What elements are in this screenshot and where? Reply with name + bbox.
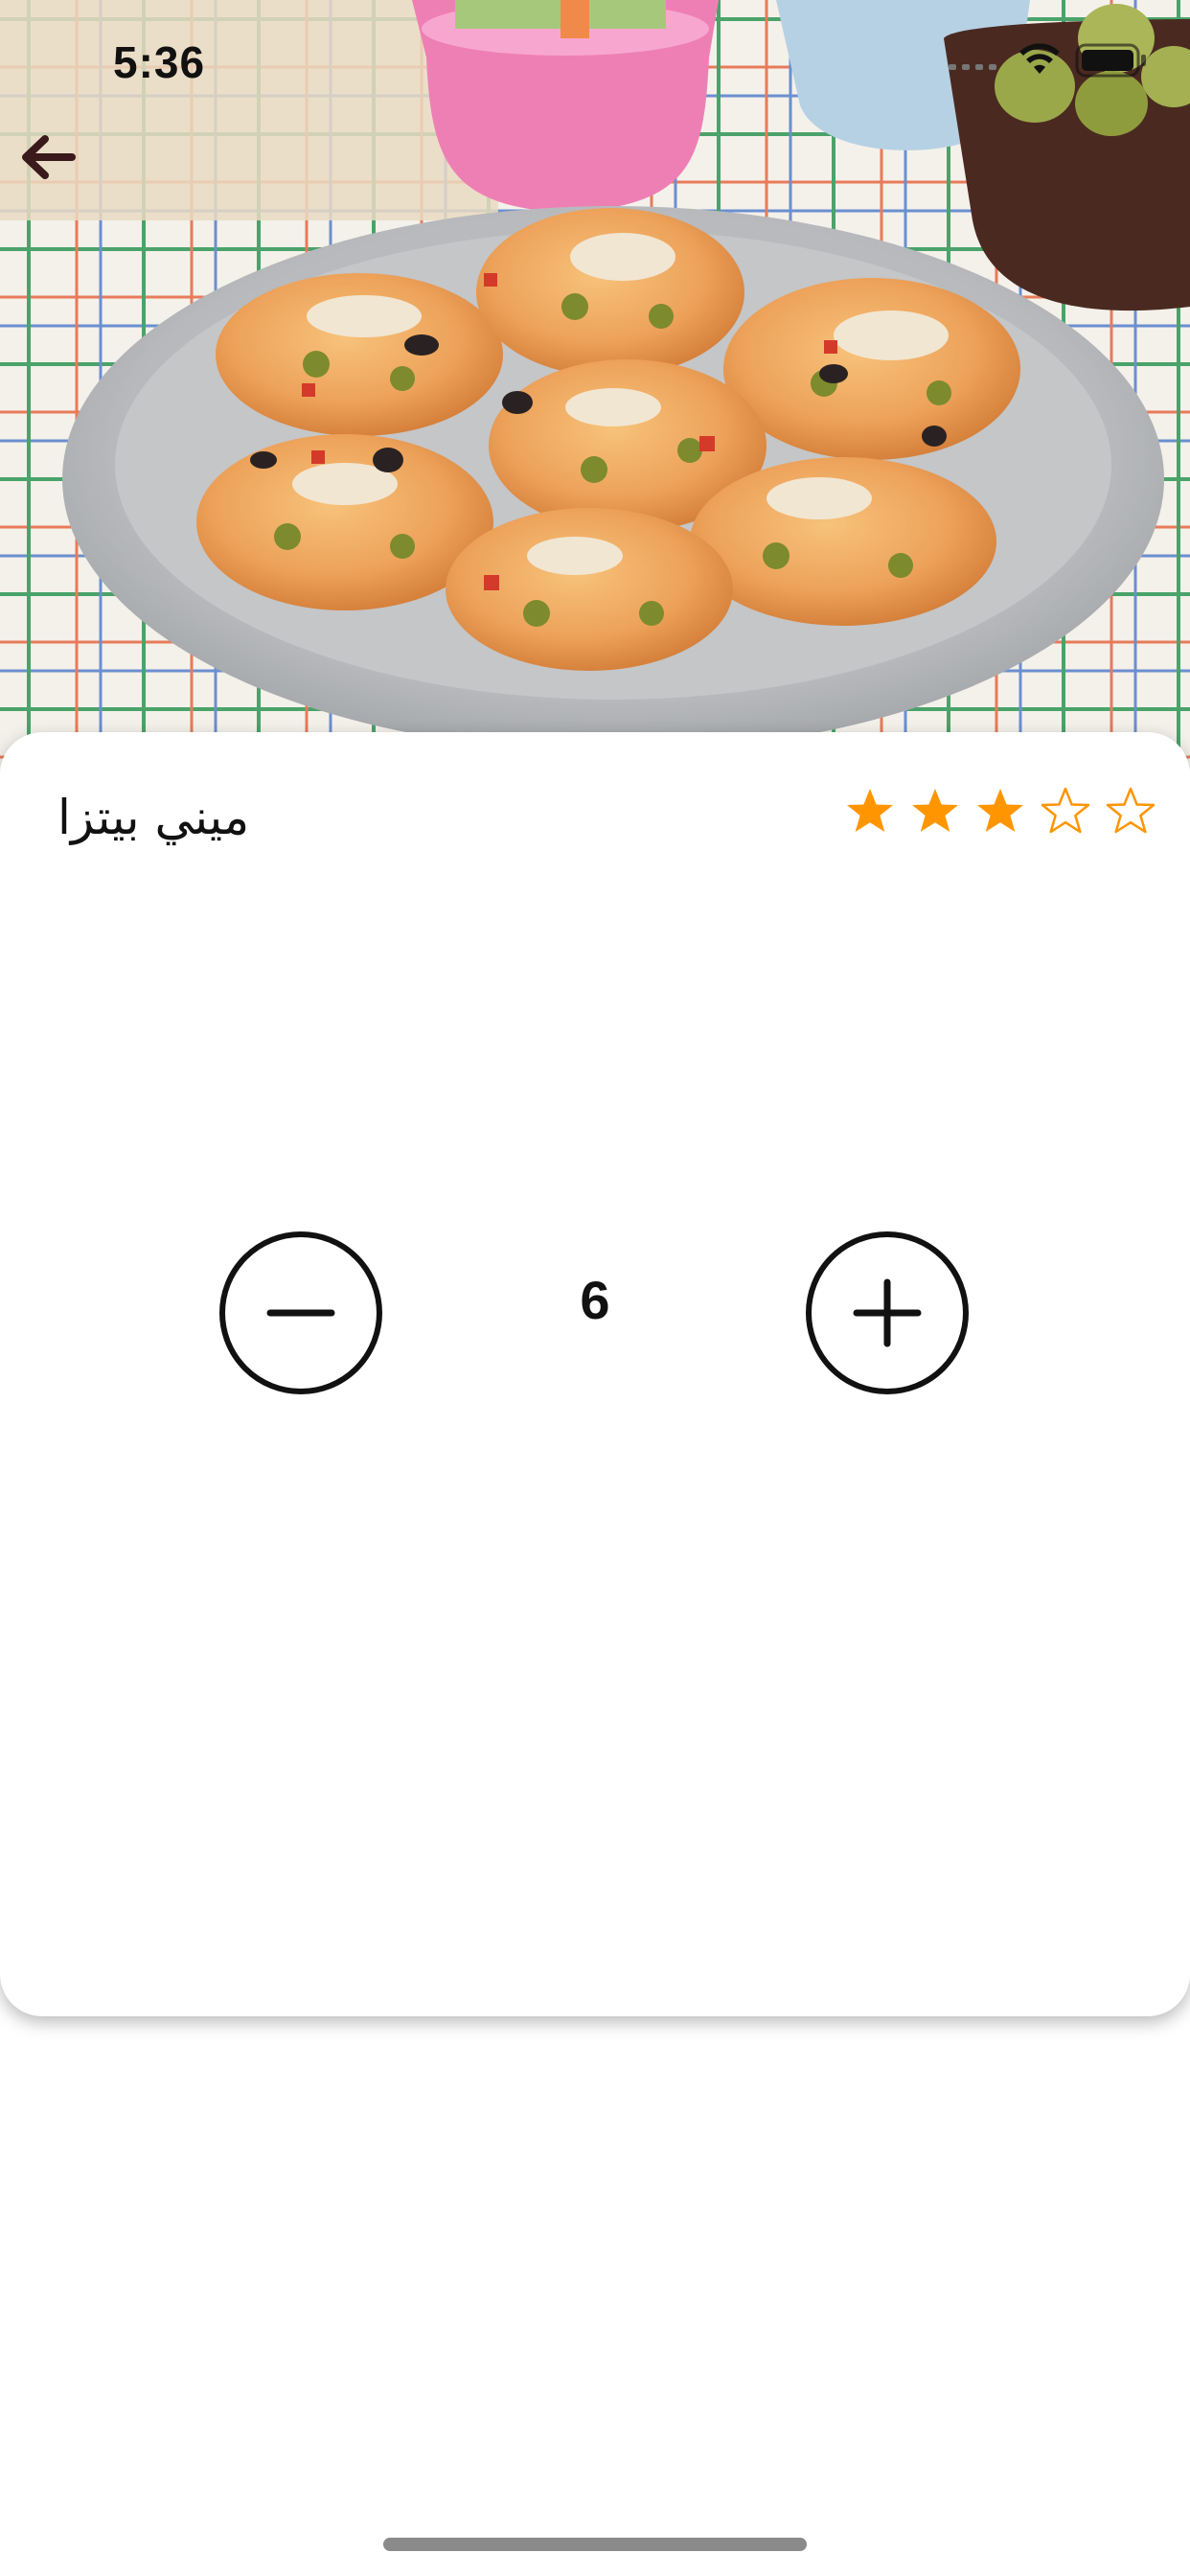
arrow-left-icon (18, 133, 78, 185)
recipe-photo (0, 0, 1190, 767)
star-rating[interactable] (843, 784, 1157, 838)
star-outline-icon[interactable] (1039, 784, 1092, 838)
star-outline-icon[interactable] (1104, 784, 1157, 838)
star-filled-icon[interactable] (843, 784, 897, 838)
status-time: 5:36 (113, 37, 206, 87)
decrement-button[interactable] (218, 1230, 383, 1395)
wifi-icon (1018, 43, 1062, 81)
servings-count: 6 (580, 1270, 610, 1330)
back-button[interactable] (11, 123, 84, 196)
home-indicator (383, 2538, 807, 2551)
recipe-title: ميني بيتزا (57, 790, 250, 845)
recipe-card: ميني بيتزا 6 (0, 732, 1190, 2016)
recipe-detail-screen: 5:36 ميني بيتزا 6 (0, 0, 1190, 2576)
battery-icon (1075, 42, 1148, 82)
status-icons (947, 42, 1148, 82)
plus-circle-icon (805, 1231, 970, 1399)
star-filled-icon[interactable] (973, 784, 1027, 838)
minus-circle-icon (218, 1231, 383, 1399)
increment-button[interactable] (805, 1230, 970, 1395)
star-filled-icon[interactable] (908, 784, 962, 838)
cellular-signal-icon (947, 49, 1004, 76)
